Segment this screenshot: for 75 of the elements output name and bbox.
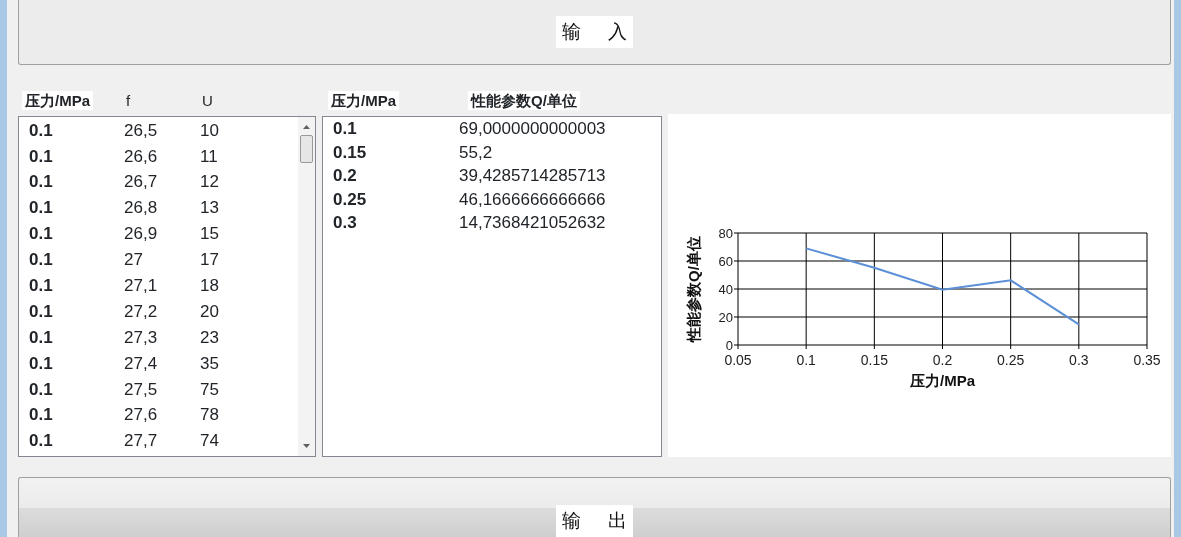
table-cell-text: 55,2 bbox=[459, 141, 494, 164]
table-cell-text: 26,7 bbox=[124, 171, 159, 194]
column-header: 压力/MPa bbox=[328, 90, 399, 110]
table-cell-text: 78 bbox=[200, 404, 220, 427]
table-cell-text: 46,1666666666666 bbox=[459, 188, 607, 211]
x-tick-label: 0.25 bbox=[997, 352, 1025, 369]
table-cell-text: 0.1 bbox=[28, 378, 54, 401]
y-tick-label: 20 bbox=[718, 310, 733, 326]
table-cell-text: 26,6 bbox=[124, 145, 159, 168]
table-cell-text: 0.1 bbox=[28, 197, 54, 220]
table-cell-text: 20 bbox=[200, 300, 220, 323]
table-cell-text: 12 bbox=[200, 171, 220, 194]
table-cell-text: 27 bbox=[124, 249, 144, 272]
table-cell-text: 39,4285714285713 bbox=[459, 165, 607, 188]
table-cell-text: 0.1 bbox=[28, 275, 54, 297]
table-cell-text: 0.1 bbox=[28, 119, 54, 142]
y-tick-label: 40 bbox=[718, 282, 733, 298]
table-cell-text: 13 bbox=[200, 197, 220, 220]
table-cell-text: 0.25 bbox=[332, 188, 368, 211]
table-cell-text: 26,8 bbox=[124, 197, 159, 220]
table-cell-text: 26,9 bbox=[124, 223, 159, 246]
table-cell-text: 15 bbox=[200, 223, 220, 246]
x-tick-label: 0.05 bbox=[724, 352, 752, 369]
table-cell-text: 27,5 bbox=[124, 378, 159, 401]
table-cell-text: 0.15 bbox=[332, 141, 368, 164]
scroll-thumb[interactable] bbox=[300, 135, 313, 164]
x-tick-label: 0.35 bbox=[1133, 352, 1161, 369]
column-header: f bbox=[125, 90, 132, 110]
table-cell-text: 74 bbox=[200, 430, 220, 453]
input-button[interactable]: 输 入 bbox=[18, 0, 1171, 66]
x-tick-label: 0.15 bbox=[860, 352, 888, 369]
table-cell-text: 0.1 bbox=[332, 118, 358, 141]
y-tick-label: 0 bbox=[725, 338, 733, 354]
table-cell-text: 14,7368421052632 bbox=[459, 212, 607, 235]
table-cell-text: 0.1 bbox=[28, 404, 54, 427]
table-cell-text: 0.1 bbox=[28, 145, 54, 168]
table-cell-text: 26,5 bbox=[124, 119, 159, 142]
table-cell-text: 27,6 bbox=[124, 404, 159, 427]
table-cell-text: 0.1 bbox=[28, 352, 54, 375]
input-list[interactable]: 0.1 26,5 10 0.1 26,6 11 0.1 26,7 12 0.1 26,8 13 0.1 26,9 15 0.1 27 17 0.1 27,1 18 0.1 27,2 20 0.1 27,3 23 0.1 27,4 35 0.1 27,5 75 0.1 27,6 78 0.1 27,7 74 bbox=[18, 116, 316, 458]
table-cell-text: 23 bbox=[200, 326, 220, 349]
output-button[interactable]: 输 出 bbox=[18, 477, 1171, 537]
table-cell-text: 35 bbox=[200, 352, 220, 375]
table-cell-text: 0.1 bbox=[28, 300, 54, 323]
x-tick-label: 0.3 bbox=[1069, 352, 1089, 369]
x-tick-label: 0.1 bbox=[796, 352, 816, 369]
x-tick-label: 0.2 bbox=[932, 352, 953, 369]
table-cell-text: 0.1 bbox=[28, 223, 54, 246]
column-header: U bbox=[201, 90, 214, 110]
table-cell-text: 27,4 bbox=[124, 352, 159, 375]
table-cell-text: 0.3 bbox=[332, 212, 358, 235]
table-cell-text: 27,3 bbox=[124, 326, 159, 349]
table-cell-text: 10 bbox=[200, 119, 220, 142]
scroll-up-icon[interactable] bbox=[303, 125, 310, 130]
table-cell-text: 17 bbox=[200, 249, 220, 272]
scroll-down-icon[interactable] bbox=[303, 444, 310, 449]
table-cell-text: 0.2 bbox=[332, 165, 358, 188]
y-axis-title: 性能参数Q/单位 bbox=[685, 236, 702, 343]
table-cell-text: 0.1 bbox=[28, 430, 54, 453]
column-header: 压力/MPa bbox=[22, 90, 93, 110]
table-cell-text: 0.1 bbox=[28, 249, 54, 272]
table-cell-text: 18 bbox=[200, 275, 220, 297]
table-cell-text: 27,7 bbox=[124, 430, 159, 453]
y-tick-label: 80 bbox=[718, 226, 733, 242]
x-axis-title: 压力/MPa bbox=[910, 372, 975, 390]
table-cell-text: 27,2 bbox=[124, 300, 159, 323]
table-cell-text: 27,1 bbox=[124, 275, 159, 297]
table-cell-text: 0.1 bbox=[28, 171, 54, 194]
table-cell-text: 69,0000000000003 bbox=[459, 118, 607, 141]
table-cell-text: 0.1 bbox=[28, 326, 54, 349]
column-header: 性能参数Q/单位 bbox=[468, 90, 580, 110]
table-cell-text: 75 bbox=[200, 378, 220, 401]
result-list[interactable]: 0.1 69,0000000000003 0.15 55,2 0.2 39,4285714285713 0.25 46,1666666666666 0.3 14,7368421052632 bbox=[322, 116, 662, 458]
y-tick-label: 60 bbox=[718, 254, 733, 270]
table-cell-text: 11 bbox=[200, 145, 219, 168]
